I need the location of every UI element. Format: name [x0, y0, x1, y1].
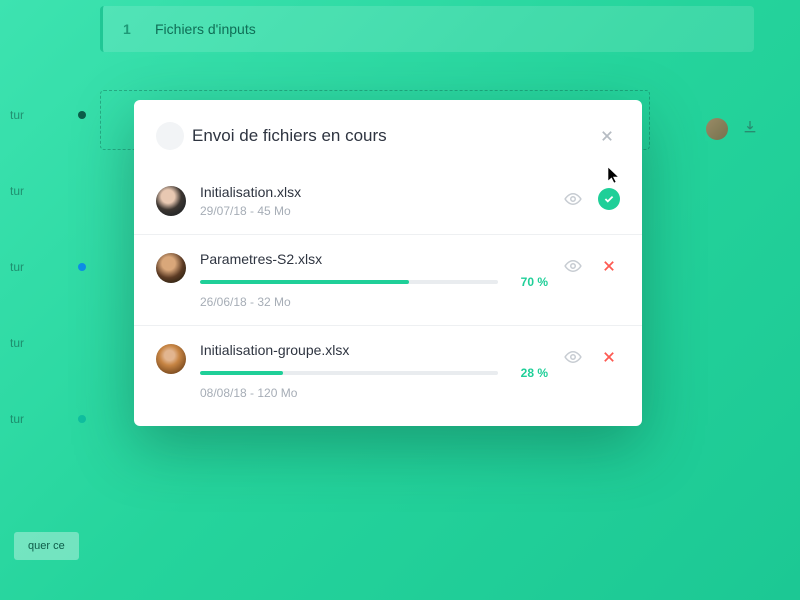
file-row: Initialisation.xlsx 29/07/18 - 45 Mo [134, 168, 642, 234]
step-number: 1 [123, 21, 133, 37]
file-list: Initialisation.xlsx 29/07/18 - 45 Mo Par… [134, 168, 642, 416]
preview-button[interactable] [562, 346, 584, 368]
file-name: Parametres-S2.xlsx [200, 251, 548, 267]
uploader-avatar [156, 344, 186, 374]
progress-bar [200, 280, 498, 284]
sidebar-row: tur [10, 336, 90, 350]
eye-icon [564, 190, 582, 208]
uploader-avatar [156, 253, 186, 283]
modal-title-decoration [156, 122, 184, 150]
close-button[interactable] [594, 123, 620, 149]
file-meta: 08/08/18 - 120 Mo [200, 386, 548, 400]
sidebar-row: tur [10, 108, 90, 122]
user-avatar[interactable] [706, 118, 728, 140]
action-chip[interactable]: quer ce [14, 532, 79, 560]
eye-icon [564, 348, 582, 366]
cancel-icon [602, 350, 616, 364]
progress-bar [200, 371, 498, 375]
modal-title: Envoi de fichiers en cours [192, 126, 588, 146]
upload-modal: Envoi de fichiers en cours Initialisatio… [134, 100, 642, 426]
eye-icon [564, 257, 582, 275]
sidebar-rows: tur tur tur tur tur [10, 108, 90, 426]
sidebar-row: tur [10, 260, 90, 274]
step-label: Fichiers d'inputs [155, 21, 256, 37]
download-icon[interactable] [742, 119, 758, 140]
sidebar-row: tur [10, 412, 90, 426]
file-name: Initialisation-groupe.xlsx [200, 342, 548, 358]
progress-fill [200, 280, 409, 284]
uploader-avatar [156, 186, 186, 216]
preview-button[interactable] [562, 255, 584, 277]
file-meta: 29/07/18 - 45 Mo [200, 204, 548, 218]
cancel-upload-button[interactable] [598, 255, 620, 277]
file-name: Initialisation.xlsx [200, 184, 548, 200]
progress-percent: 70 % [510, 275, 548, 289]
step-header: 1 Fichiers d'inputs [100, 6, 754, 52]
cursor-icon [607, 166, 621, 184]
status-dot-icon [78, 111, 86, 119]
cancel-icon [602, 259, 616, 273]
preview-button[interactable] [562, 188, 584, 210]
progress-fill [200, 371, 283, 375]
cancel-upload-button[interactable] [598, 346, 620, 368]
status-dot-icon [78, 415, 86, 423]
file-row: Initialisation-groupe.xlsx 28 % 08/08/18… [134, 325, 642, 416]
file-meta: 26/06/18 - 32 Mo [200, 295, 548, 309]
sidebar-row: tur [10, 184, 90, 198]
upload-success-badge [598, 188, 620, 210]
close-icon [600, 129, 614, 143]
file-row: Parametres-S2.xlsx 70 % 26/06/18 - 32 Mo [134, 234, 642, 325]
status-dot-icon [78, 263, 86, 271]
check-icon [603, 193, 615, 205]
header-actions [706, 118, 758, 140]
progress-percent: 28 % [510, 366, 548, 380]
